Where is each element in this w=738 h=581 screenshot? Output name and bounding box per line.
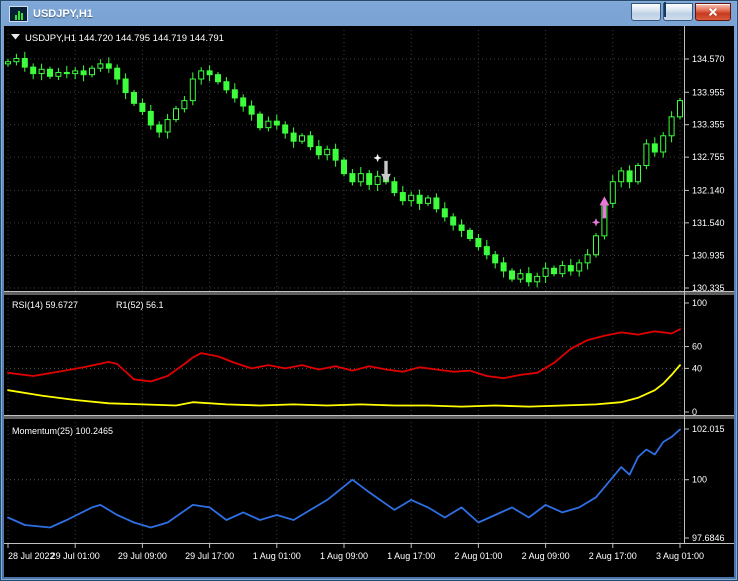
r1-label: R1(52) 56.1 xyxy=(116,300,164,310)
svg-text:134.570: 134.570 xyxy=(692,54,725,64)
time-axis[interactable]: 28 Jul 202229 Jul 01:00 29 Jul 09:00 29 Ju… xyxy=(7,543,704,561)
svg-text:40: 40 xyxy=(692,363,702,373)
svg-text:130.335: 130.335 xyxy=(692,283,725,293)
svg-text:130.935: 130.935 xyxy=(692,251,725,261)
price-axis[interactable]: 134.570 133.955 133.355 132.755 132.140 131.5… xyxy=(684,54,725,293)
window-titlebar[interactable]: USDJPY,H1 xyxy=(4,2,734,25)
chart-window-icon xyxy=(9,6,28,22)
svg-text:131.540: 131.540 xyxy=(692,218,725,228)
maximize-button[interactable] xyxy=(663,2,693,21)
panel-splitters[interactable] xyxy=(4,26,734,544)
svg-text:100: 100 xyxy=(692,475,707,485)
minimize-button[interactable] xyxy=(631,3,661,21)
svg-text:29 Jul 09:00: 29 Jul 09:00 xyxy=(118,551,167,561)
svg-text:133.355: 133.355 xyxy=(692,120,725,130)
svg-text:29 Jul 01:00: 29 Jul 01:00 xyxy=(51,551,100,561)
chart-svg: 134.570 133.955 133.355 132.755 132.140 131.5… xyxy=(4,26,734,561)
rsi-label: RSI(14) 59.6727 xyxy=(12,300,78,310)
momentum-axis[interactable]: 102.015 100 97.6846 xyxy=(684,424,725,543)
svg-text:1 Aug 17:00: 1 Aug 17:00 xyxy=(387,551,435,561)
close-button[interactable] xyxy=(695,3,731,21)
candles-layer xyxy=(5,51,683,288)
svg-text:60: 60 xyxy=(692,342,702,352)
grid-layer xyxy=(6,30,684,543)
chart-canvas[interactable]: 134.570 133.955 133.355 132.755 132.140 131.5… xyxy=(4,26,734,577)
svg-text:0: 0 xyxy=(692,407,697,417)
svg-text:1 Aug 09:00: 1 Aug 09:00 xyxy=(320,551,368,561)
svg-text:3 Aug 01:00: 3 Aug 01:00 xyxy=(656,551,704,561)
chart-window: USDJPY,H1 134.570 133.955 133.355 132.755 13… xyxy=(0,0,738,581)
window-title: USDJPY,H1 xyxy=(33,8,93,20)
trade-markers-layer xyxy=(373,153,610,227)
svg-text:2 Aug 01:00: 2 Aug 01:00 xyxy=(454,551,502,561)
momentum-label: Momentum(25) 100.2465 xyxy=(12,426,113,436)
svg-text:2 Aug 09:00: 2 Aug 09:00 xyxy=(522,551,570,561)
svg-text:28 Jul 2022: 28 Jul 2022 xyxy=(8,551,55,561)
rsi-axis[interactable]: 100 60 40 0 xyxy=(684,298,707,417)
svg-text:102.015: 102.015 xyxy=(692,424,725,434)
chart-expander-icon[interactable] xyxy=(11,34,20,40)
svg-text:132.755: 132.755 xyxy=(692,152,725,162)
svg-text:97.6846: 97.6846 xyxy=(692,533,725,543)
svg-text:133.955: 133.955 xyxy=(692,87,725,97)
window-controls xyxy=(631,2,734,21)
svg-text:100: 100 xyxy=(692,298,707,308)
close-icon xyxy=(696,4,730,20)
svg-text:132.140: 132.140 xyxy=(692,185,725,195)
maximize-icon xyxy=(664,2,666,17)
svg-text:1 Aug 01:00: 1 Aug 01:00 xyxy=(253,551,301,561)
ohlc-line: USDJPY,H1 144.720 144.795 144.719 144.79… xyxy=(25,33,224,44)
svg-text:29 Jul 17:00: 29 Jul 17:00 xyxy=(185,551,234,561)
svg-text:2 Aug 17:00: 2 Aug 17:00 xyxy=(589,551,637,561)
